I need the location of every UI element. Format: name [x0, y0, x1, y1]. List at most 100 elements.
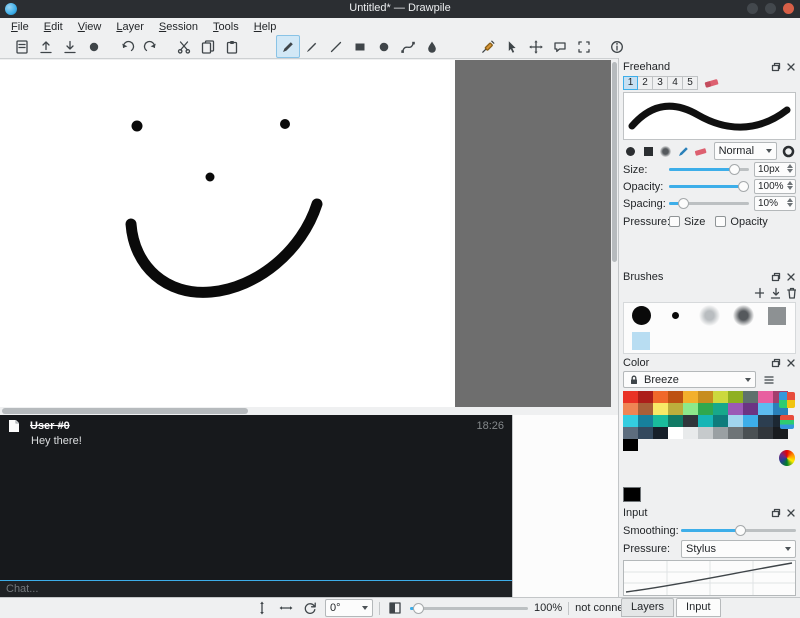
- palette-swatch[interactable]: [758, 427, 773, 439]
- color-wheel-tab-icon[interactable]: [779, 450, 795, 466]
- palette-swatch[interactable]: [683, 391, 698, 403]
- rotation-combo[interactable]: 0°: [325, 599, 373, 617]
- tab-layers[interactable]: Layers: [621, 598, 674, 617]
- palette-swatch[interactable]: [758, 415, 773, 427]
- brush-slot-5[interactable]: 5: [683, 76, 698, 90]
- menu-edit[interactable]: Edit: [37, 20, 70, 34]
- ellipse-tool-button[interactable]: [372, 35, 396, 58]
- smoothing-slider-handle[interactable]: [735, 525, 746, 536]
- palette-swatch[interactable]: [653, 403, 668, 415]
- palette-swatch[interactable]: [698, 415, 713, 427]
- close-dock-icon[interactable]: [785, 271, 796, 282]
- brush-tool-button[interactable]: [300, 35, 324, 58]
- palette-swatch[interactable]: [668, 415, 683, 427]
- flip-horizontal-icon[interactable]: [277, 600, 295, 617]
- horizontal-scrollbar[interactable]: [0, 407, 611, 415]
- maximize-button[interactable]: [765, 3, 776, 14]
- brush-slot-4[interactable]: 4: [668, 76, 683, 90]
- line-tool-button[interactable]: [324, 35, 348, 58]
- float-dock-icon[interactable]: [770, 507, 781, 518]
- menu-file[interactable]: File: [4, 20, 36, 34]
- indirect-mode-icon[interactable]: [781, 144, 797, 159]
- palette-swatch[interactable]: [623, 439, 638, 451]
- zoom-slider[interactable]: [410, 601, 528, 616]
- color-sliders-tab-icon[interactable]: [780, 415, 794, 429]
- menu-help[interactable]: Help: [247, 20, 284, 34]
- close-button[interactable]: [783, 3, 794, 14]
- palette-swatch[interactable]: [653, 427, 668, 439]
- eraser-mode-icon[interactable]: [693, 144, 709, 159]
- palette-swatch[interactable]: [638, 415, 653, 427]
- palette-swatch[interactable]: [743, 427, 758, 439]
- brush-slot-2[interactable]: 2: [638, 76, 653, 90]
- size-slider-handle[interactable]: [729, 164, 740, 175]
- palette-swatch[interactable]: [743, 391, 758, 403]
- palette-swatch[interactable]: [668, 403, 683, 415]
- palette-swatch[interactable]: [728, 403, 743, 415]
- minimize-button[interactable]: [747, 3, 758, 14]
- brush-preset[interactable]: [692, 303, 726, 328]
- palette-swatch[interactable]: [743, 403, 758, 415]
- copy-button[interactable]: [196, 35, 220, 58]
- open-button[interactable]: [34, 35, 58, 58]
- flip-vertical-icon[interactable]: [253, 600, 271, 617]
- chat-input[interactable]: [0, 580, 512, 597]
- palette-swatch[interactable]: [638, 403, 653, 415]
- smoothing-slider[interactable]: [681, 523, 796, 538]
- palette-swatch[interactable]: [653, 391, 668, 403]
- colorpicker-tool-button[interactable]: [476, 35, 500, 58]
- square-brush-icon[interactable]: [641, 144, 657, 159]
- brush-preset[interactable]: [624, 328, 658, 353]
- brush-preset[interactable]: [658, 303, 692, 328]
- soft-brush-icon[interactable]: [658, 144, 674, 159]
- pressure-opacity-checkbox[interactable]: [715, 216, 726, 227]
- pressure-mode-combo[interactable]: Stylus: [681, 540, 796, 558]
- palette-swatch[interactable]: [623, 415, 638, 427]
- vertical-scrollbar[interactable]: [611, 60, 618, 407]
- save-button[interactable]: [58, 35, 82, 58]
- opacity-slider-handle[interactable]: [738, 181, 749, 192]
- laser-tool-button[interactable]: [548, 35, 572, 58]
- canvas-view[interactable]: [0, 60, 611, 407]
- selection-tool-button[interactable]: [500, 35, 524, 58]
- move-tool-button[interactable]: [524, 35, 548, 58]
- opacity-spinbox[interactable]: 100%: [754, 179, 796, 194]
- brush-preset[interactable]: [624, 303, 658, 328]
- record-button[interactable]: [82, 35, 106, 58]
- tab-input[interactable]: Input: [676, 598, 720, 617]
- palette-swatch[interactable]: [728, 427, 743, 439]
- fill-tool-button[interactable]: [420, 35, 444, 58]
- palette-swatch[interactable]: [683, 415, 698, 427]
- menu-tools[interactable]: Tools: [206, 20, 246, 34]
- palette-swatch[interactable]: [683, 403, 698, 415]
- palette-swatch[interactable]: [758, 403, 773, 415]
- pressure-size-checkbox[interactable]: [669, 216, 680, 227]
- size-spinbox[interactable]: 10px: [754, 162, 796, 177]
- float-dock-icon[interactable]: [770, 357, 781, 368]
- palette-swatch[interactable]: [728, 391, 743, 403]
- paste-button[interactable]: [220, 35, 244, 58]
- menu-view[interactable]: View: [71, 20, 109, 34]
- size-slider[interactable]: [669, 162, 749, 177]
- inspector-tool-button[interactable]: [605, 35, 629, 58]
- palette-swatch[interactable]: [653, 415, 668, 427]
- palette-swatch[interactable]: [623, 391, 638, 403]
- horizontal-scrollbar-handle[interactable]: [2, 408, 248, 414]
- current-color-swatch[interactable]: [623, 487, 641, 502]
- rectangle-tool-button[interactable]: [348, 35, 372, 58]
- palette-swatch[interactable]: [713, 403, 728, 415]
- zoom-slider-handle[interactable]: [413, 603, 424, 614]
- bezier-tool-button[interactable]: [396, 35, 420, 58]
- palette-swatch[interactable]: [668, 427, 683, 439]
- palette-swatch[interactable]: [623, 403, 638, 415]
- zoom-frame-tool-button[interactable]: [572, 35, 596, 58]
- palette-swatch[interactable]: [713, 391, 728, 403]
- import-brush-icon[interactable]: [769, 287, 780, 298]
- pixel-pen-icon[interactable]: [676, 144, 692, 159]
- palette-swatch[interactable]: [743, 415, 758, 427]
- eraser-slot-icon[interactable]: [703, 76, 721, 90]
- palette-swatch[interactable]: [698, 427, 713, 439]
- palette-swatch[interactable]: [668, 391, 683, 403]
- palette-swatch[interactable]: [638, 391, 653, 403]
- palette-menu-icon[interactable]: [760, 372, 778, 388]
